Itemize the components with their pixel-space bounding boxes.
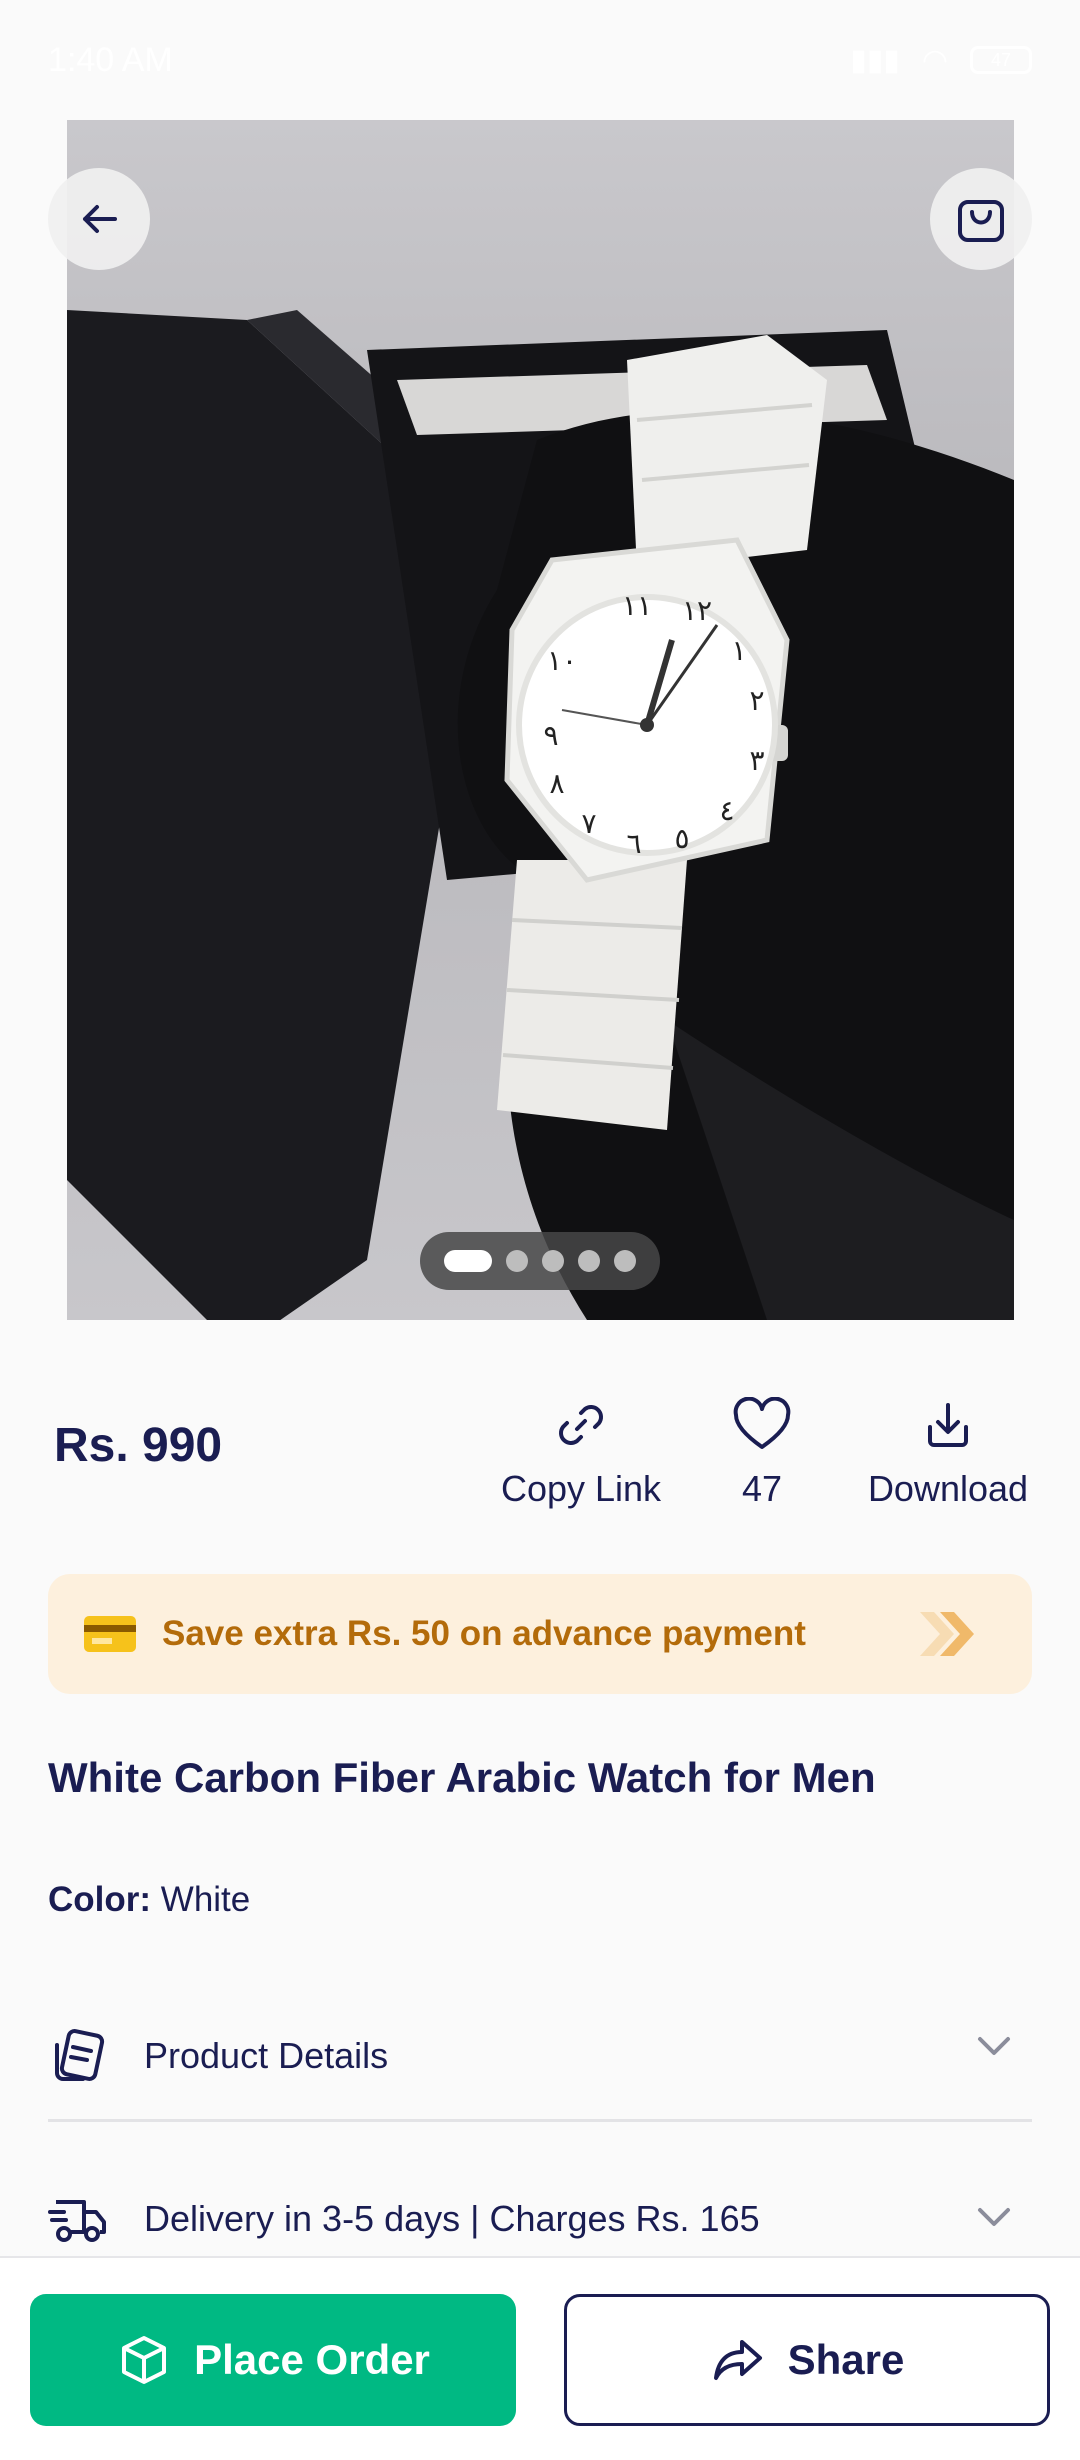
svg-text:٤: ٤ bbox=[719, 794, 734, 827]
copy-link-label: Copy Link bbox=[500, 1468, 662, 1509]
color-label: Color: bbox=[48, 1880, 152, 1919]
download-label: Download bbox=[867, 1468, 1029, 1509]
svg-text:٨: ٨ bbox=[549, 767, 564, 800]
share-icon bbox=[713, 2340, 762, 2380]
pager-dot[interactable] bbox=[578, 1250, 600, 1272]
credit-card-icon bbox=[84, 1616, 136, 1652]
copy-link-button[interactable]: Copy Link bbox=[500, 1390, 662, 1510]
svg-text:١٠: ١٠ bbox=[547, 644, 577, 677]
heart-icon bbox=[733, 1397, 791, 1449]
product-image[interactable]: ١١ ١٢ ١٢ ٣٤ ٥٦ ٧٨ ٩ ١٠ bbox=[67, 120, 1014, 1320]
place-order-button[interactable]: Place Order bbox=[30, 2294, 516, 2426]
double-chevron-right-icon bbox=[920, 1612, 974, 1656]
download-button[interactable]: Download bbox=[864, 1390, 1032, 1510]
promo-text: Save extra Rs. 50 on advance payment bbox=[162, 1614, 806, 1653]
battery-icon: 47 bbox=[970, 46, 1032, 74]
chevron-down-icon bbox=[978, 2208, 1010, 2226]
share-label: Share bbox=[787, 2336, 905, 2383]
color-value: White bbox=[160, 1880, 251, 1919]
svg-text:١١: ١١ bbox=[622, 589, 652, 622]
back-button[interactable] bbox=[48, 168, 150, 270]
product-color: Color: White bbox=[48, 1880, 250, 1920]
link-icon bbox=[559, 1405, 603, 1445]
svg-text:٣: ٣ bbox=[749, 744, 764, 777]
download-icon bbox=[928, 1403, 968, 1447]
product-details-icon bbox=[55, 2029, 105, 2081]
product-details-accordion[interactable]: Product Details bbox=[48, 1993, 1032, 2122]
svg-text:١: ١ bbox=[731, 634, 746, 667]
status-icons: ▮▮▮ ◠ 47 bbox=[850, 43, 1032, 78]
product-title: White Carbon Fiber Arabic Watch for Men bbox=[48, 1754, 876, 1801]
delivery-label: Delivery in 3-5 days | Charges Rs. 165 bbox=[144, 2198, 760, 2239]
pager-dot[interactable] bbox=[614, 1250, 636, 1272]
like-button[interactable]: 47 bbox=[722, 1390, 802, 1510]
wifi-icon: ◠ bbox=[921, 43, 948, 77]
likes-count: 47 bbox=[741, 1468, 783, 1509]
product-details-label: Product Details bbox=[144, 2035, 389, 2076]
chevron-down-icon bbox=[978, 2037, 1010, 2055]
advance-payment-banner[interactable]: Save extra Rs. 50 on advance payment bbox=[48, 1574, 1032, 1694]
shopping-bag-icon bbox=[958, 200, 1004, 242]
share-button[interactable]: Share bbox=[564, 2294, 1050, 2426]
svg-text:٩: ٩ bbox=[543, 719, 558, 752]
product-price: Rs. 990 bbox=[54, 1419, 223, 1472]
watch-photo: ١١ ١٢ ١٢ ٣٤ ٥٦ ٧٨ ٩١٠ bbox=[67, 310, 1014, 1320]
bottom-action-bar: Place Order Share bbox=[0, 2256, 1080, 2460]
box-icon bbox=[122, 2336, 167, 2384]
image-pager[interactable] bbox=[420, 1232, 660, 1290]
svg-text:٥: ٥ bbox=[674, 822, 689, 855]
status-time: 1:40 AM bbox=[48, 40, 173, 79]
place-order-label: Place Order bbox=[194, 2336, 430, 2383]
status-bar: 1:40 AM ▮▮▮ ◠ 47 bbox=[0, 0, 1080, 120]
cart-button[interactable] bbox=[930, 168, 1032, 270]
pager-dot[interactable] bbox=[444, 1250, 492, 1272]
svg-text:٢: ٢ bbox=[749, 684, 764, 717]
signal-icon: ▮▮▮ bbox=[850, 43, 900, 77]
back-arrow-icon bbox=[83, 205, 117, 233]
pager-dot[interactable] bbox=[542, 1250, 564, 1272]
svg-text:٧: ٧ bbox=[581, 807, 596, 840]
battery-level: 47 bbox=[990, 49, 1012, 70]
delivery-truck-icon bbox=[48, 2200, 106, 2242]
svg-text:٦: ٦ bbox=[626, 827, 641, 860]
svg-text:١٢: ١٢ bbox=[682, 594, 712, 627]
pager-dot[interactable] bbox=[506, 1250, 528, 1272]
